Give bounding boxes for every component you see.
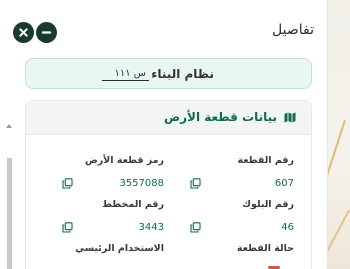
main-use-label: الاستخدام الرئيسي xyxy=(75,243,164,254)
land-data-title: بيانات قطعة الأرض xyxy=(163,110,277,124)
plot-number-label: رقم القطعة xyxy=(237,155,295,166)
block-number-value: 46 xyxy=(281,222,294,233)
copy-icon xyxy=(62,178,73,189)
land-plot-code-label: رمز قطعة الأرض xyxy=(84,155,164,166)
copy-plan-number-button[interactable] xyxy=(62,222,73,233)
plan-number-value: 3443 xyxy=(138,222,164,233)
land-data-card-header: بيانات قطعة الأرض xyxy=(26,101,311,135)
plot-status-label: حالة القطعة xyxy=(236,243,294,254)
copy-icon xyxy=(190,178,201,189)
close-icon xyxy=(19,28,28,37)
copy-icon xyxy=(190,222,201,233)
close-button[interactable] xyxy=(13,22,34,43)
app-viewport: تفاصيل نظام البناء س ١١١ بيانات قطعة الأ… xyxy=(0,0,350,269)
building-system-value: س ١١١ xyxy=(102,69,149,81)
block-number-label: رقم البلوك xyxy=(242,199,294,210)
plan-number-label: رقم المخطط xyxy=(102,199,164,210)
scroll-up-arrow-icon[interactable] xyxy=(6,124,12,128)
scrollbar-thumb[interactable] xyxy=(7,158,12,269)
map-icon xyxy=(284,112,296,123)
land-data-card: بيانات قطعة الأرض رقم القطعة رمز قطعة ال… xyxy=(25,100,312,269)
copy-land-plot-code-button[interactable] xyxy=(62,178,73,189)
copy-plot-number-button[interactable] xyxy=(190,178,201,189)
copy-icon xyxy=(62,222,73,233)
land-plot-code-value: 3557088 xyxy=(119,178,164,189)
minus-icon xyxy=(41,31,52,34)
details-panel: تفاصيل نظام البناء س ١١١ بيانات قطعة الأ… xyxy=(0,0,328,269)
panel-title: تفاصيل xyxy=(272,22,314,38)
map-background[interactable] xyxy=(294,0,350,269)
panel-header: تفاصيل xyxy=(0,0,328,60)
copy-block-number-button[interactable] xyxy=(190,222,201,233)
minimize-button[interactable] xyxy=(36,22,57,43)
building-system-label: نظام البناء xyxy=(151,67,214,81)
building-system-box: نظام البناء س ١١١ xyxy=(25,58,312,89)
plot-number-value: 607 xyxy=(274,178,294,189)
